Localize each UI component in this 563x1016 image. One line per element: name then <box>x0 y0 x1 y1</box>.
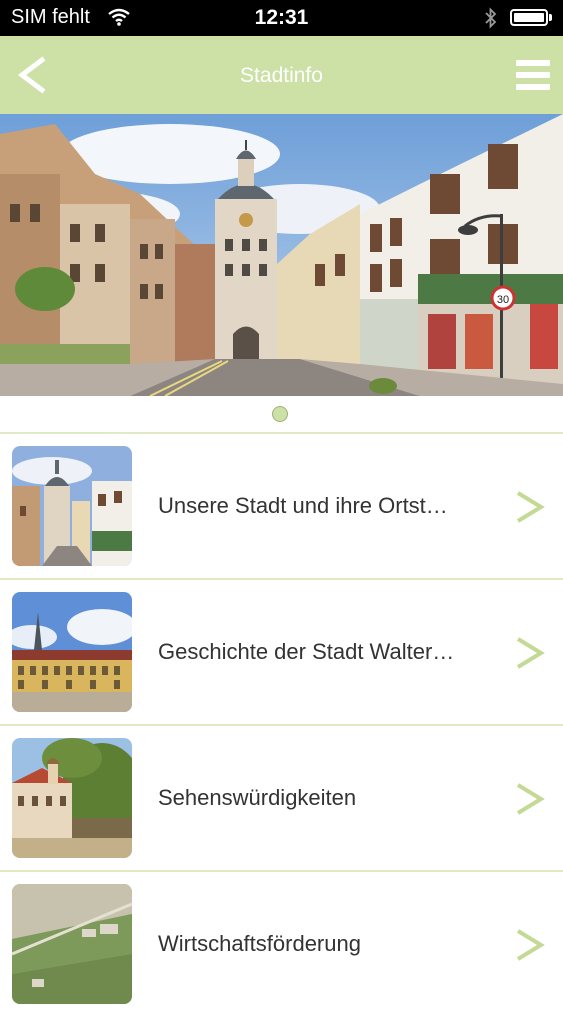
menu-list: Unsere Stadt und ihre Ortst… Geschichte … <box>0 432 563 1016</box>
bluetooth-icon <box>485 7 497 29</box>
list-item-wirtschaft[interactable]: Wirtschaftsförderung <box>0 870 563 1016</box>
navigation-bar: Stadtinfo <box>0 36 563 114</box>
list-item-label: Unsere Stadt und ihre Ortst… <box>158 493 448 518</box>
page-dot-active[interactable] <box>272 406 288 422</box>
list-item-stadt[interactable]: Unsere Stadt und ihre Ortst… <box>0 432 563 578</box>
thumbnail-aerial-view <box>12 884 132 1004</box>
chevron-right-icon <box>516 637 545 669</box>
list-item-label: Geschichte der Stadt Walter… <box>158 639 455 664</box>
thumbnail-town-tower <box>12 446 132 566</box>
list-item-geschichte[interactable]: Geschichte der Stadt Walter… <box>0 578 563 724</box>
battery-icon <box>510 9 548 26</box>
chevron-right-icon <box>516 491 545 523</box>
battery-tip <box>549 14 552 21</box>
hamburger-menu-icon[interactable] <box>516 60 550 90</box>
chevron-right-icon <box>516 783 545 815</box>
speed-sign-text: 30 <box>497 294 509 306</box>
thumbnail-town-hall <box>12 592 132 712</box>
page-title: Stadtinfo <box>240 64 323 87</box>
clock: 12:31 <box>254 6 309 29</box>
page-indicator <box>0 396 563 432</box>
hero-image[interactable]: 30 <box>0 114 563 396</box>
list-item-sehenswuerdigkeiten[interactable]: Sehenswürdigkeiten <box>0 724 563 870</box>
list-item-label: Wirtschaftsförderung <box>158 931 361 956</box>
chevron-right-icon <box>516 929 545 961</box>
status-bar: SIM fehlt 12:31 <box>0 0 563 36</box>
list-item-label: Sehenswürdigkeiten <box>158 785 357 810</box>
thumbnail-castle <box>12 738 132 858</box>
